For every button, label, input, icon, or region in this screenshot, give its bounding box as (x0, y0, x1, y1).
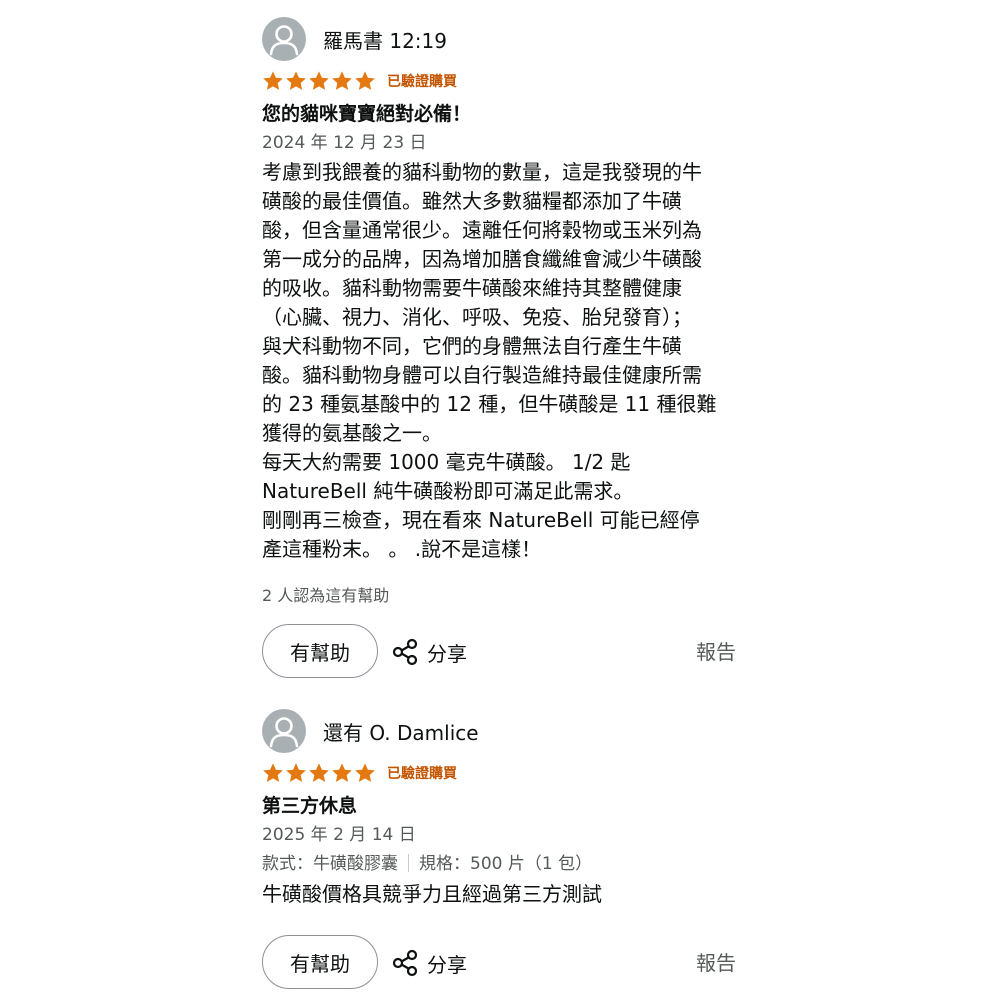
avatar-icon (262, 709, 306, 753)
review-body: 考慮到我餵養的貓科動物的數量，這是我發現的牛 磺酸的最佳價值。雖然大多數貓糧都添… (262, 158, 740, 564)
review-body-line: NatureBell 純牛磺酸粉即可滿足此需求。 (262, 479, 634, 503)
share-label: 分享 (427, 952, 467, 977)
variant-size: 規格：500 片（1 包） (419, 854, 593, 874)
review-body: 牛磺酸價格具競爭力且經過第三方測試 (262, 880, 740, 909)
review-title[interactable]: 第三方休息 (262, 792, 740, 820)
star-icon (355, 763, 375, 782)
reviewer-name: 羅馬書 12:19 (323, 28, 447, 53)
star-icon (309, 763, 329, 782)
review-body-line: 與犬科動物不同，它們的身體無法自行產生牛磺 (262, 334, 682, 358)
star-icon (332, 763, 352, 782)
rating-row: 已驗證購買 (262, 68, 740, 94)
review-actions: 有幫助 分享 報告 (262, 624, 740, 680)
review-body-line: 產這種粉末。 。 .說不是這樣！ (262, 537, 542, 561)
share-button[interactable]: 分享 (390, 935, 467, 991)
rating-row: 已驗證購買 (262, 760, 740, 786)
review-body-line: 磺酸的最佳價值。雖然大多數貓糧都添加了牛磺 (262, 189, 682, 213)
review-body-line: （心臟、視力、消化、呼吸、免疫、胎兒發育）； (262, 305, 692, 329)
share-icon (392, 638, 418, 666)
review-body-line: 考慮到我餵養的貓科動物的數量，這是我發現的牛 (262, 160, 702, 184)
helpful-count: 2 人認為這有幫助 (262, 586, 390, 605)
review-body-line: 酸，但含量通常很少。遠離任何將穀物或玉米列為 (262, 218, 702, 242)
share-button[interactable]: 分享 (390, 624, 467, 680)
report-link[interactable]: 報告 (696, 935, 736, 991)
report-link[interactable]: 報告 (696, 624, 736, 680)
star-icon (309, 71, 329, 90)
review-body-line: 第一成分的品牌，因為增加膳食纖維會減少牛磺酸 (262, 247, 702, 271)
review-body-line: 的 23 種氨基酸中的 12 種，但牛磺酸是 11 種很難 (262, 392, 717, 416)
share-icon (392, 949, 418, 977)
variant-style: 款式：牛磺酸膠囊 (262, 854, 398, 874)
review-card: 羅馬書 12:19 已驗證購買 您的貓咪寶寶絕對必備！ 2024 年 12 月 … (262, 16, 740, 680)
review-date: 2025 年 2 月 14 日 (262, 825, 416, 845)
review-title[interactable]: 您的貓咪寶寶絕對必備！ (262, 100, 740, 128)
star-rating[interactable] (262, 762, 377, 784)
review-card: 還有 O. Damlice 已驗證購買 第三方休息 2025 年 2 月 14 … (262, 708, 740, 991)
reviewer-name: 還有 O. Damlice (323, 720, 479, 745)
review-body-line: 牛磺酸價格具競爭力且經過第三方測試 (262, 882, 602, 906)
star-icon (263, 71, 283, 90)
review-body-line: 酸。貓科動物身體可以自行製造維持最佳健康所需 (262, 363, 702, 387)
helpful-button[interactable]: 有幫助 (262, 624, 378, 678)
review-body-line: 獲得的氨基酸之一。 (262, 421, 442, 445)
verified-purchase-badge: 已驗證購買 (387, 74, 457, 90)
review-date: 2024 年 12 月 23 日 (262, 133, 427, 153)
star-icon (286, 763, 306, 782)
review-body-line: 每天大約需要 1000 毫克牛磺酸。 1/2 匙 (262, 450, 631, 474)
reviewer-profile[interactable]: 還有 O. Damlice (262, 708, 740, 754)
star-icon (355, 71, 375, 90)
star-icon (263, 763, 283, 782)
review-actions: 有幫助 分享 報告 (262, 935, 740, 991)
helpful-button[interactable]: 有幫助 (262, 935, 378, 989)
variant-divider (408, 854, 409, 872)
share-label: 分享 (427, 641, 467, 666)
star-icon (286, 71, 306, 90)
verified-purchase-badge: 已驗證購買 (387, 766, 457, 782)
reviews-page: 羅馬書 12:19 已驗證購買 您的貓咪寶寶絕對必備！ 2024 年 12 月 … (0, 0, 1000, 1000)
reviewer-profile[interactable]: 羅馬書 12:19 (262, 16, 740, 62)
review-body-line: 的吸收。貓科動物需要牛磺酸來維持其整體健康 (262, 276, 682, 300)
star-rating[interactable] (262, 70, 377, 92)
review-body-line: 剛剛再三檢查，現在看來 NatureBell 可能已經停 (262, 508, 700, 532)
star-icon (332, 71, 352, 90)
product-variant[interactable]: 款式：牛磺酸膠囊 規格：500 片（1 包） (262, 850, 740, 878)
avatar-icon (262, 17, 306, 61)
